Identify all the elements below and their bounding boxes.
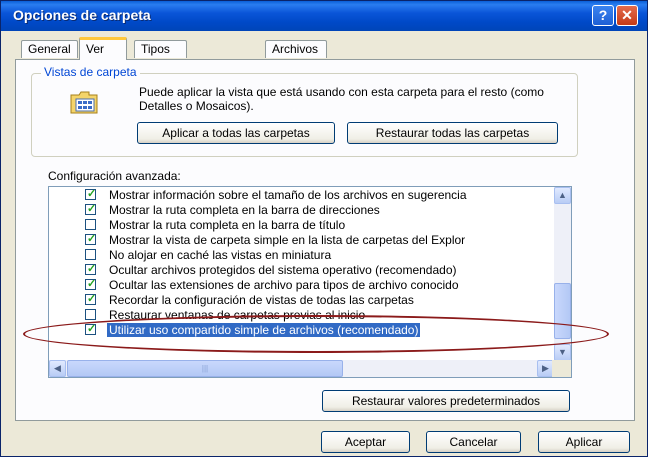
list-item[interactable]: ✓ Ocultar las extensiones de archivo par… bbox=[49, 278, 552, 293]
scroll-down-button[interactable]: ▼ bbox=[554, 344, 571, 361]
checkbox[interactable]: ✓ bbox=[85, 233, 97, 245]
advanced-settings-list[interactable]: ✓ Mostrar información sobre el tamaño de… bbox=[48, 186, 572, 378]
check-icon: ✓ bbox=[87, 323, 97, 335]
ok-button[interactable]: Aceptar bbox=[321, 431, 410, 453]
list-item-label: Utilizar uso compartido simple de archiv… bbox=[107, 323, 421, 337]
list-item-label: Mostrar la ruta completa en la barra de … bbox=[109, 203, 380, 217]
scrollbar-corner bbox=[552, 360, 571, 377]
help-button[interactable]: ? bbox=[592, 5, 614, 26]
checkbox[interactable] bbox=[85, 219, 96, 230]
list-item-label: Ocultar archivos protegidos del sistema … bbox=[109, 263, 457, 277]
check-icon: ✓ bbox=[87, 188, 97, 200]
list-item-label: No alojar en caché las vistas en miniatu… bbox=[109, 248, 332, 262]
check-icon: ✓ bbox=[87, 203, 97, 215]
title-bar[interactable]: Opciones de carpeta ? ✕ bbox=[1, 1, 647, 31]
advanced-settings-label: Configuración avanzada: bbox=[48, 169, 181, 183]
folder-view-icon bbox=[70, 91, 98, 114]
tab-file-types[interactable]: Tipos de archivo bbox=[134, 40, 187, 90]
list-item[interactable]: ✓ Mostrar la vista de carpeta simple en … bbox=[49, 233, 552, 248]
horizontal-scrollbar[interactable]: ◀ ||| ▶ bbox=[49, 360, 554, 377]
tab-view[interactable]: Ver bbox=[79, 37, 127, 60]
restore-defaults-button[interactable]: Restaurar valores predeterminados bbox=[322, 390, 570, 412]
folder-views-legend: Vistas de carpeta bbox=[41, 65, 140, 79]
check-icon: ✓ bbox=[87, 278, 97, 290]
scroll-up-button[interactable]: ▲ bbox=[554, 187, 571, 204]
close-button[interactable]: ✕ bbox=[616, 5, 638, 26]
list-item[interactable]: Restaurar ventanas de carpetas previas a… bbox=[49, 308, 552, 323]
checkbox[interactable] bbox=[85, 249, 96, 260]
list-item-label: Mostrar la vista de carpeta simple en la… bbox=[109, 233, 466, 247]
list-item-label: Restaurar ventanas de carpetas previas a… bbox=[109, 308, 366, 322]
list-item[interactable]: No alojar en caché las vistas en miniatu… bbox=[49, 248, 552, 263]
restore-all-folders-button[interactable]: Restaurar todas las carpetas bbox=[347, 122, 558, 144]
list-item-label: Mostrar la ruta completa en la barra de … bbox=[109, 218, 346, 232]
apply-button[interactable]: Aplicar bbox=[538, 431, 630, 453]
window-title: Opciones de carpeta bbox=[13, 7, 151, 23]
list-item-label: Recordar la configuración de vistas de t… bbox=[109, 293, 414, 307]
folder-views-description: Puede aplicar la vista que está usando c… bbox=[139, 85, 544, 113]
checkbox[interactable] bbox=[85, 309, 96, 320]
folder-options-dialog: Opciones de carpeta ? ✕ General Ver Tipo… bbox=[0, 0, 648, 457]
checkbox[interactable]: ✓ bbox=[85, 293, 97, 305]
checkbox[interactable]: ✓ bbox=[85, 323, 97, 335]
list-item-label: Mostrar información sobre el tamaño de l… bbox=[109, 188, 467, 202]
checkbox[interactable]: ✓ bbox=[85, 278, 97, 290]
check-icon: ✓ bbox=[87, 263, 97, 275]
list-item[interactable]: ✓ Mostrar la ruta completa en la barra d… bbox=[49, 203, 552, 218]
tab-general[interactable]: General bbox=[21, 40, 78, 58]
vertical-scrollbar[interactable]: ▲ ▼ bbox=[554, 187, 571, 361]
checkbox[interactable]: ✓ bbox=[85, 263, 97, 275]
check-icon: ✓ bbox=[87, 293, 97, 305]
list-item-label: Ocultar las extensiones de archivo para … bbox=[109, 278, 459, 292]
apply-to-all-folders-button[interactable]: Aplicar a todas las carpetas bbox=[137, 122, 335, 144]
tab-offline-files[interactable]: Archivos sin conexión bbox=[265, 40, 328, 90]
checkbox[interactable]: ✓ bbox=[85, 188, 97, 200]
vertical-scroll-thumb[interactable] bbox=[554, 283, 571, 339]
check-icon: ✓ bbox=[87, 233, 97, 245]
list-item[interactable]: ✓ Mostrar información sobre el tamaño de… bbox=[49, 188, 552, 203]
list-item[interactable]: ✓ Ocultar archivos protegidos del sistem… bbox=[49, 263, 552, 278]
list-item-selected[interactable]: ✓ Utilizar uso compartido simple de arch… bbox=[49, 323, 552, 338]
list-item[interactable]: Mostrar la ruta completa en la barra de … bbox=[49, 218, 552, 233]
list-item[interactable]: ✓ Recordar la configuración de vistas de… bbox=[49, 293, 552, 308]
checkbox[interactable]: ✓ bbox=[85, 203, 97, 215]
cancel-button[interactable]: Cancelar bbox=[426, 431, 521, 453]
horizontal-scroll-thumb[interactable]: ||| bbox=[67, 360, 343, 377]
scroll-left-button[interactable]: ◀ bbox=[49, 360, 66, 377]
